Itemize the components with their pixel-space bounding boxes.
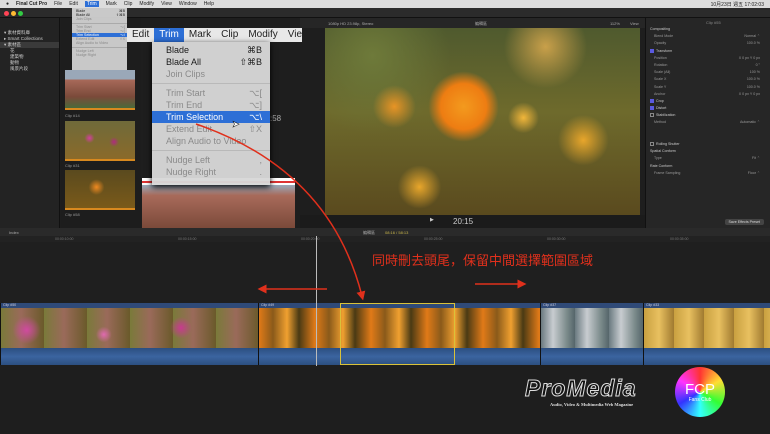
promedia-tagline: Audio, Video & Multimedia Web Magazine <box>550 402 634 407</box>
annotation-arrows <box>195 123 527 301</box>
curved-arrow <box>195 123 366 301</box>
promedia-logo: ProMedia <box>525 375 637 402</box>
fcp-fans-club-logo: FCP Fans Club <box>675 367 725 417</box>
